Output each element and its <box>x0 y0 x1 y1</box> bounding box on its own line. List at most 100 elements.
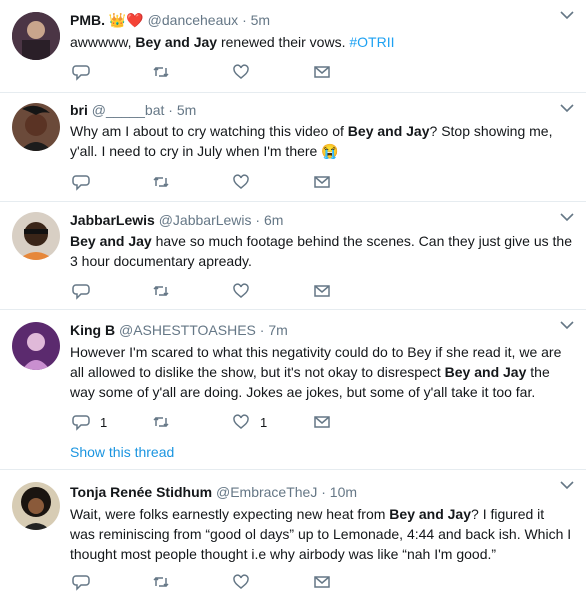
display-name[interactable]: Tonja Renée Stidhum <box>70 484 212 500</box>
highlight-term: Bey and Jay <box>135 34 218 50</box>
reply-icon <box>72 65 90 81</box>
display-name[interactable]: bri <box>70 102 88 118</box>
like-button[interactable] <box>232 63 250 81</box>
retweet-button[interactable] <box>152 282 170 300</box>
envelope-icon <box>314 176 330 188</box>
like-button[interactable] <box>232 173 250 191</box>
avatar[interactable] <box>12 103 60 151</box>
avatar[interactable] <box>12 482 60 530</box>
dm-button[interactable] <box>313 573 331 591</box>
tweet-actions <box>70 173 370 193</box>
retweet-icon <box>153 285 169 297</box>
reply-icon <box>72 415 90 431</box>
user-handle[interactable]: @JabbarLewis <box>159 212 252 228</box>
dm-button[interactable] <box>313 282 331 300</box>
chevron-down-icon[interactable] <box>560 480 574 490</box>
text-segment: Why am I about to cry watching this vide… <box>70 123 348 139</box>
avatar-image <box>12 212 60 260</box>
retweet-button[interactable] <box>152 63 170 81</box>
retweet-icon <box>153 576 169 588</box>
envelope-icon <box>314 285 330 297</box>
retweet-icon <box>153 66 169 78</box>
timestamp[interactable]: 5m <box>251 12 270 28</box>
heart-emoji: ❤️ <box>126 12 144 28</box>
user-handle[interactable]: @EmbraceTheJ <box>216 484 317 500</box>
tweet-header: PMB. 👑❤️ @danceheaux · 5m <box>70 12 270 29</box>
chevron-down-icon[interactable] <box>560 212 574 222</box>
tweet-text: However I'm scared to what this negativi… <box>70 342 572 402</box>
avatar-image <box>12 12 60 60</box>
dm-button[interactable] <box>313 173 331 191</box>
separator: · <box>255 212 261 228</box>
retweet-button[interactable] <box>152 173 170 191</box>
reply-button[interactable] <box>72 63 90 81</box>
like-button[interactable] <box>232 282 250 300</box>
highlight-term: Bey and Jay <box>347 123 430 139</box>
user-handle[interactable]: @_____bat <box>92 102 165 118</box>
reply-icon <box>72 575 90 591</box>
hashtag-link[interactable]: #OTRII <box>349 34 394 50</box>
heart-icon <box>233 283 249 298</box>
avatar-image <box>12 103 60 151</box>
like-button[interactable]: 1 <box>232 413 267 431</box>
retweet-button[interactable] <box>152 413 170 431</box>
retweet-button[interactable] <box>152 573 170 591</box>
envelope-icon <box>314 416 330 428</box>
tweet-text: Bey and Jay have so much footage behind … <box>70 231 572 271</box>
separator: · <box>242 12 247 28</box>
heart-icon <box>233 174 249 189</box>
show-thread-link[interactable]: Show this thread <box>70 444 174 460</box>
reply-icon <box>72 175 90 191</box>
timestamp[interactable]: 5m <box>177 102 196 118</box>
crown-emoji: 👑 <box>108 12 127 28</box>
chevron-down-icon[interactable] <box>560 10 574 20</box>
envelope-icon <box>314 576 330 588</box>
reply-button[interactable] <box>72 173 90 191</box>
crying-emoji: 😭 <box>321 143 339 159</box>
tweet[interactable]: PMB. 👑❤️ @danceheaux · 5m awwwww, Bey an… <box>0 0 586 93</box>
user-handle[interactable]: @danceheaux <box>148 12 239 28</box>
like-button[interactable] <box>232 573 250 591</box>
timestamp[interactable]: 10m <box>330 484 357 500</box>
reply-icon <box>72 284 90 300</box>
tweet[interactable]: JabbarLewis @JabbarLewis · 6m Bey and Ja… <box>0 202 586 310</box>
tweet[interactable]: bri @_____bat · 5m Why am I about to cry… <box>0 93 586 202</box>
display-name[interactable]: PMB. <box>70 12 105 28</box>
tweet-header: Tonja Renée Stidhum @EmbraceTheJ · 10m <box>70 484 357 500</box>
avatar-image <box>12 482 60 530</box>
reply-button[interactable] <box>72 282 90 300</box>
dm-button[interactable] <box>313 63 331 81</box>
tweet[interactable]: Tonja Renée Stidhum @EmbraceTheJ · 10m W… <box>0 470 586 609</box>
tweet-header: King B @ASHESTTOASHES · 7m <box>70 322 288 338</box>
avatar[interactable] <box>12 212 60 260</box>
avatar[interactable] <box>12 322 60 370</box>
avatar-image <box>12 322 60 370</box>
tweet[interactable]: King B @ASHESTTOASHES · 7m However I'm s… <box>0 310 586 470</box>
reply-button[interactable]: 1 <box>72 413 107 431</box>
separator: · <box>259 322 265 338</box>
heart-icon <box>233 574 249 589</box>
chevron-down-icon[interactable] <box>560 320 574 330</box>
chevron-down-icon[interactable] <box>560 103 574 113</box>
timestamp[interactable]: 6m <box>264 212 283 228</box>
highlight-term: Bey and Jay <box>70 233 152 249</box>
retweet-icon <box>153 416 169 428</box>
heart-icon <box>233 64 249 79</box>
tweet-actions <box>70 282 370 302</box>
tweet-header: JabbarLewis @JabbarLewis · 6m <box>70 212 283 228</box>
tweet-header: bri @_____bat · 5m <box>70 102 196 118</box>
tweet-text: Why am I about to cry watching this vide… <box>70 121 572 161</box>
heart-icon <box>233 414 249 429</box>
user-handle[interactable]: @ASHESTTOASHES <box>119 322 256 338</box>
avatar[interactable] <box>12 12 60 60</box>
display-name[interactable]: JabbarLewis <box>70 212 155 228</box>
dm-button[interactable] <box>313 413 331 431</box>
tweet-text: awwwww, Bey and Jay renewed their vows. … <box>70 32 572 52</box>
display-name[interactable]: King B <box>70 322 115 338</box>
tweet-actions: 1 1 <box>70 413 370 433</box>
tweet-actions <box>70 63 370 83</box>
timestamp[interactable]: 7m <box>268 322 287 338</box>
highlight-term: Bey and Jay <box>389 506 472 522</box>
text-segment: renewed their vows. <box>217 34 350 50</box>
reply-button[interactable] <box>72 573 90 591</box>
